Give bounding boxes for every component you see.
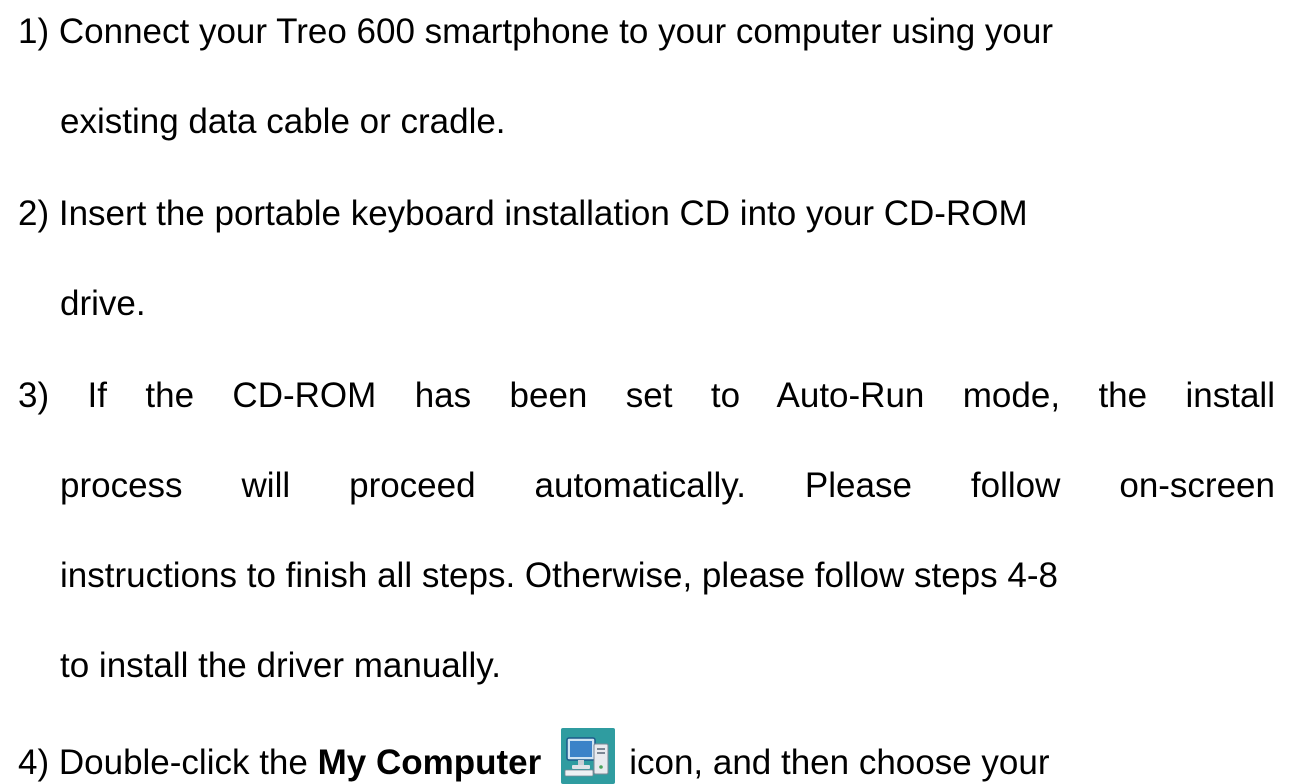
step-4-number: 4) [18, 743, 50, 782]
step-2-text-line-1: Insert the portable keyboard installatio… [58, 194, 1028, 233]
step-3-text-line-4: to install the driver manually. [60, 646, 501, 685]
step-3-text-line-3: instructions to finish all steps. Otherw… [60, 556, 1058, 595]
step-3-text-line-2: process will proceed automatically. Plea… [60, 466, 1275, 505]
step-1-number: 1) [18, 12, 50, 51]
step-2-text-line-2: drive. [60, 284, 146, 323]
step-1-text-line-1: Connect your Treo 600 smartphone to your… [58, 12, 1054, 51]
step-3-text-line-1: If the CD-ROM has been set to Auto-Run m… [87, 376, 1275, 415]
step-1-line-1: 1) Connect your Treo 600 smartphone to y… [18, 12, 1053, 52]
step-1-text-line-2: existing data cable or cradle. [60, 102, 506, 141]
step-4-suffix: icon, and then choose your [629, 743, 1050, 782]
my-computer-label: My Computer [317, 743, 542, 782]
step-2-number: 2) [18, 194, 50, 233]
step-2-line-1: 2) Insert the portable keyboard installa… [18, 194, 1028, 234]
step-4-prefix: Double-click the [58, 743, 308, 782]
step-3-line-1: 3) If the CD-ROM has been set to Auto-Ru… [18, 376, 1275, 416]
instruction-document: 1) Connect your Treo 600 smartphone to y… [0, 0, 1295, 784]
my-computer-icon [561, 728, 616, 784]
step-3-number: 3) [18, 376, 50, 415]
step-4-line-1: 4) Double-click the My Computer icon, an… [18, 728, 1050, 784]
